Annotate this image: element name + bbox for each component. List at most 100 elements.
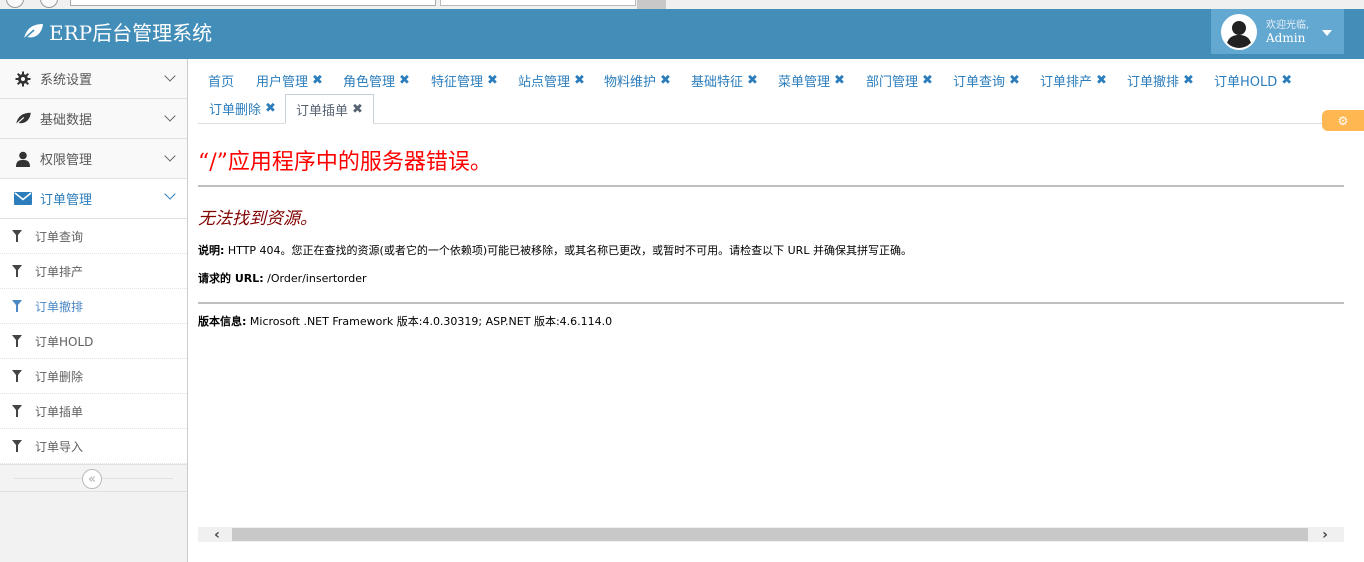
divider [198, 185, 1344, 187]
close-icon[interactable]: ✖ [312, 73, 323, 88]
browser-back-button[interactable] [6, 0, 24, 8]
sidebar-item-label: 基础数据 [40, 113, 93, 128]
close-icon[interactable]: ✖ [574, 73, 585, 88]
tab-site-management[interactable]: 站点管理 ✖ [508, 66, 595, 94]
sidebar-item-label: 系统设置 [40, 73, 93, 88]
tab-label: 订单HOLD [1214, 74, 1278, 90]
browser-tab[interactable] [440, 0, 636, 6]
tab-label: 站点管理 [518, 74, 571, 90]
url-text: /Order/insertorder [263, 272, 367, 285]
tab-label: 订单删除 [209, 102, 262, 118]
caret-down-icon [1322, 30, 1332, 36]
user-icon [14, 150, 32, 168]
close-icon[interactable]: ✖ [1096, 73, 1107, 88]
submenu-item-order-insert[interactable]: 订单插单 [0, 394, 187, 429]
scrollbar-thumb[interactable] [232, 528, 1308, 541]
description-text: HTTP 404。您正在查找的资源(或者它的一个依赖项)可能已被移除，或其名称已… [224, 244, 912, 257]
tab-order-delete[interactable]: 订单删除 ✖ [199, 94, 286, 122]
submenu-item-order-import[interactable]: 订单导入 [0, 429, 187, 464]
brand[interactable]: ERP后台管理系统 [22, 9, 212, 54]
avatar [1221, 13, 1257, 50]
tab-label: 订单撤排 [1127, 74, 1180, 90]
leaf-icon [22, 23, 43, 41]
error-subtitle: 无法找到资源。 [198, 209, 317, 229]
submenu-item-order-unschedule[interactable]: 订单撤排 [0, 289, 187, 324]
envelope-icon [14, 190, 32, 208]
submenu-item-label: 订单删除 [35, 369, 84, 384]
browser-forward-button[interactable] [40, 0, 58, 8]
double-chevron-left-icon[interactable]: « [82, 469, 102, 489]
welcome-text: 欢迎光临, [1266, 19, 1310, 31]
tab-label: 订单插单 [296, 103, 349, 119]
close-icon[interactable]: ✖ [747, 73, 758, 88]
sidebar-item-system-settings[interactable]: 系统设置 [0, 59, 187, 99]
description-label: 说明: [198, 244, 225, 257]
tab-feature-management[interactable]: 特征管理 ✖ [421, 66, 508, 94]
tab-label: 基础特征 [691, 74, 744, 90]
close-icon[interactable]: ✖ [399, 73, 410, 88]
close-icon[interactable]: ✖ [1183, 73, 1194, 88]
filter-icon [11, 369, 23, 383]
sidebar-item-order-management[interactable]: 订单管理 [0, 179, 187, 219]
close-icon[interactable]: ✖ [834, 73, 845, 88]
tab-label: 物料维护 [604, 74, 657, 90]
scroll-right-icon[interactable]: › [1310, 527, 1340, 543]
order-submenu: 订单查询 订单排产 订单撤排 订单HOLD 订单删除 订单插单 订单导入 [0, 219, 187, 464]
tab-order-query[interactable]: 订单查询 ✖ [943, 66, 1030, 94]
sidebar-item-basic-data[interactable]: 基础数据 [0, 99, 187, 139]
url-label: 请求的 URL: [198, 272, 264, 285]
version-text: Microsoft .NET Framework 版本:4.0.30319; A… [246, 315, 613, 328]
erp-app: ERP后台管理系统 欢迎光临, Admin 系统设置 基础数据 权限管理 订单管… [0, 0, 1364, 562]
submenu-item-order-hold[interactable]: 订单HOLD [0, 324, 187, 359]
tab-role-management[interactable]: 角色管理 ✖ [333, 66, 420, 94]
user-name: Admin [1266, 30, 1306, 45]
tab-home[interactable]: 首页 [198, 66, 244, 94]
error-title: “/”应用程序中的服务器错误。 [198, 150, 492, 175]
tab-order-hold[interactable]: 订单HOLD ✖ [1204, 66, 1302, 94]
requested-url: 请求的 URL: /Order/insertorder [198, 270, 367, 286]
user-info: 欢迎光临, Admin [1266, 19, 1309, 45]
tab-user-management[interactable]: 用户管理 ✖ [246, 66, 333, 94]
tab-menu-management[interactable]: 菜单管理 ✖ [768, 66, 855, 94]
submenu-item-order-query[interactable]: 订单查询 [0, 219, 187, 254]
close-icon[interactable]: ✖ [1009, 73, 1020, 88]
close-icon[interactable]: ✖ [660, 73, 671, 88]
sidebar-collapse-bar: « [0, 464, 187, 492]
browser-tab-new[interactable] [637, 0, 666, 9]
horizontal-scrollbar[interactable]: ‹ › [198, 527, 1344, 543]
tab-label: 角色管理 [343, 74, 396, 90]
submenu-item-order-delete[interactable]: 订单删除 [0, 359, 187, 394]
tab-order-insert[interactable]: 订单插单 ✖ [285, 94, 374, 124]
tab-order-unschedule[interactable]: 订单撤排 ✖ [1117, 66, 1204, 94]
browser-chrome [0, 0, 1364, 9]
tab-department-management[interactable]: 部门管理 ✖ [856, 66, 943, 94]
tab-label: 特征管理 [431, 74, 484, 90]
close-icon[interactable]: ✖ [1281, 73, 1292, 88]
scroll-left-icon[interactable]: ‹ [202, 527, 232, 543]
tab-label: 部门管理 [866, 74, 919, 90]
submenu-item-order-scheduling[interactable]: 订单排产 [0, 254, 187, 289]
tab-order-scheduling[interactable]: 订单排产 ✖ [1030, 66, 1117, 94]
sidebar-item-label: 订单管理 [40, 193, 93, 208]
browser-address-bar[interactable] [70, 0, 436, 6]
sidebar: 系统设置 基础数据 权限管理 订单管理 订单查询 订单排产 订单撤排 订单HOL… [0, 59, 188, 562]
filter-icon [11, 299, 23, 313]
submenu-item-label: 订单撤排 [35, 299, 84, 314]
submenu-item-label: 订单导入 [35, 439, 84, 454]
top-navbar: ERP后台管理系统 欢迎光临, Admin [0, 9, 1364, 59]
tab-basic-features[interactable]: 基础特征 ✖ [681, 66, 768, 94]
sidebar-item-permissions[interactable]: 权限管理 [0, 139, 187, 179]
filter-icon [11, 334, 23, 348]
close-icon[interactable]: ✖ [265, 101, 276, 116]
divider [198, 302, 1344, 304]
close-icon[interactable]: ✖ [487, 73, 498, 88]
close-icon[interactable]: ✖ [352, 102, 363, 117]
error-page: “/”应用程序中的服务器错误。 无法找到资源。 说明: HTTP 404。您正在… [198, 124, 1344, 519]
close-icon[interactable]: ✖ [922, 73, 933, 88]
tab-material-maintenance[interactable]: 物料维护 ✖ [594, 66, 681, 94]
brand-title: ERP后台管理系统 [49, 21, 213, 45]
filter-icon [11, 439, 23, 453]
page-tabs: 首页 用户管理 ✖ 角色管理 ✖ 特征管理 ✖ 站点管理 ✖ 物料维护 ✖ 基础特征 ✖ 菜… [198, 66, 1344, 124]
user-menu[interactable]: 欢迎光临, Admin [1211, 9, 1344, 54]
submenu-item-label: 订单插单 [35, 404, 84, 419]
